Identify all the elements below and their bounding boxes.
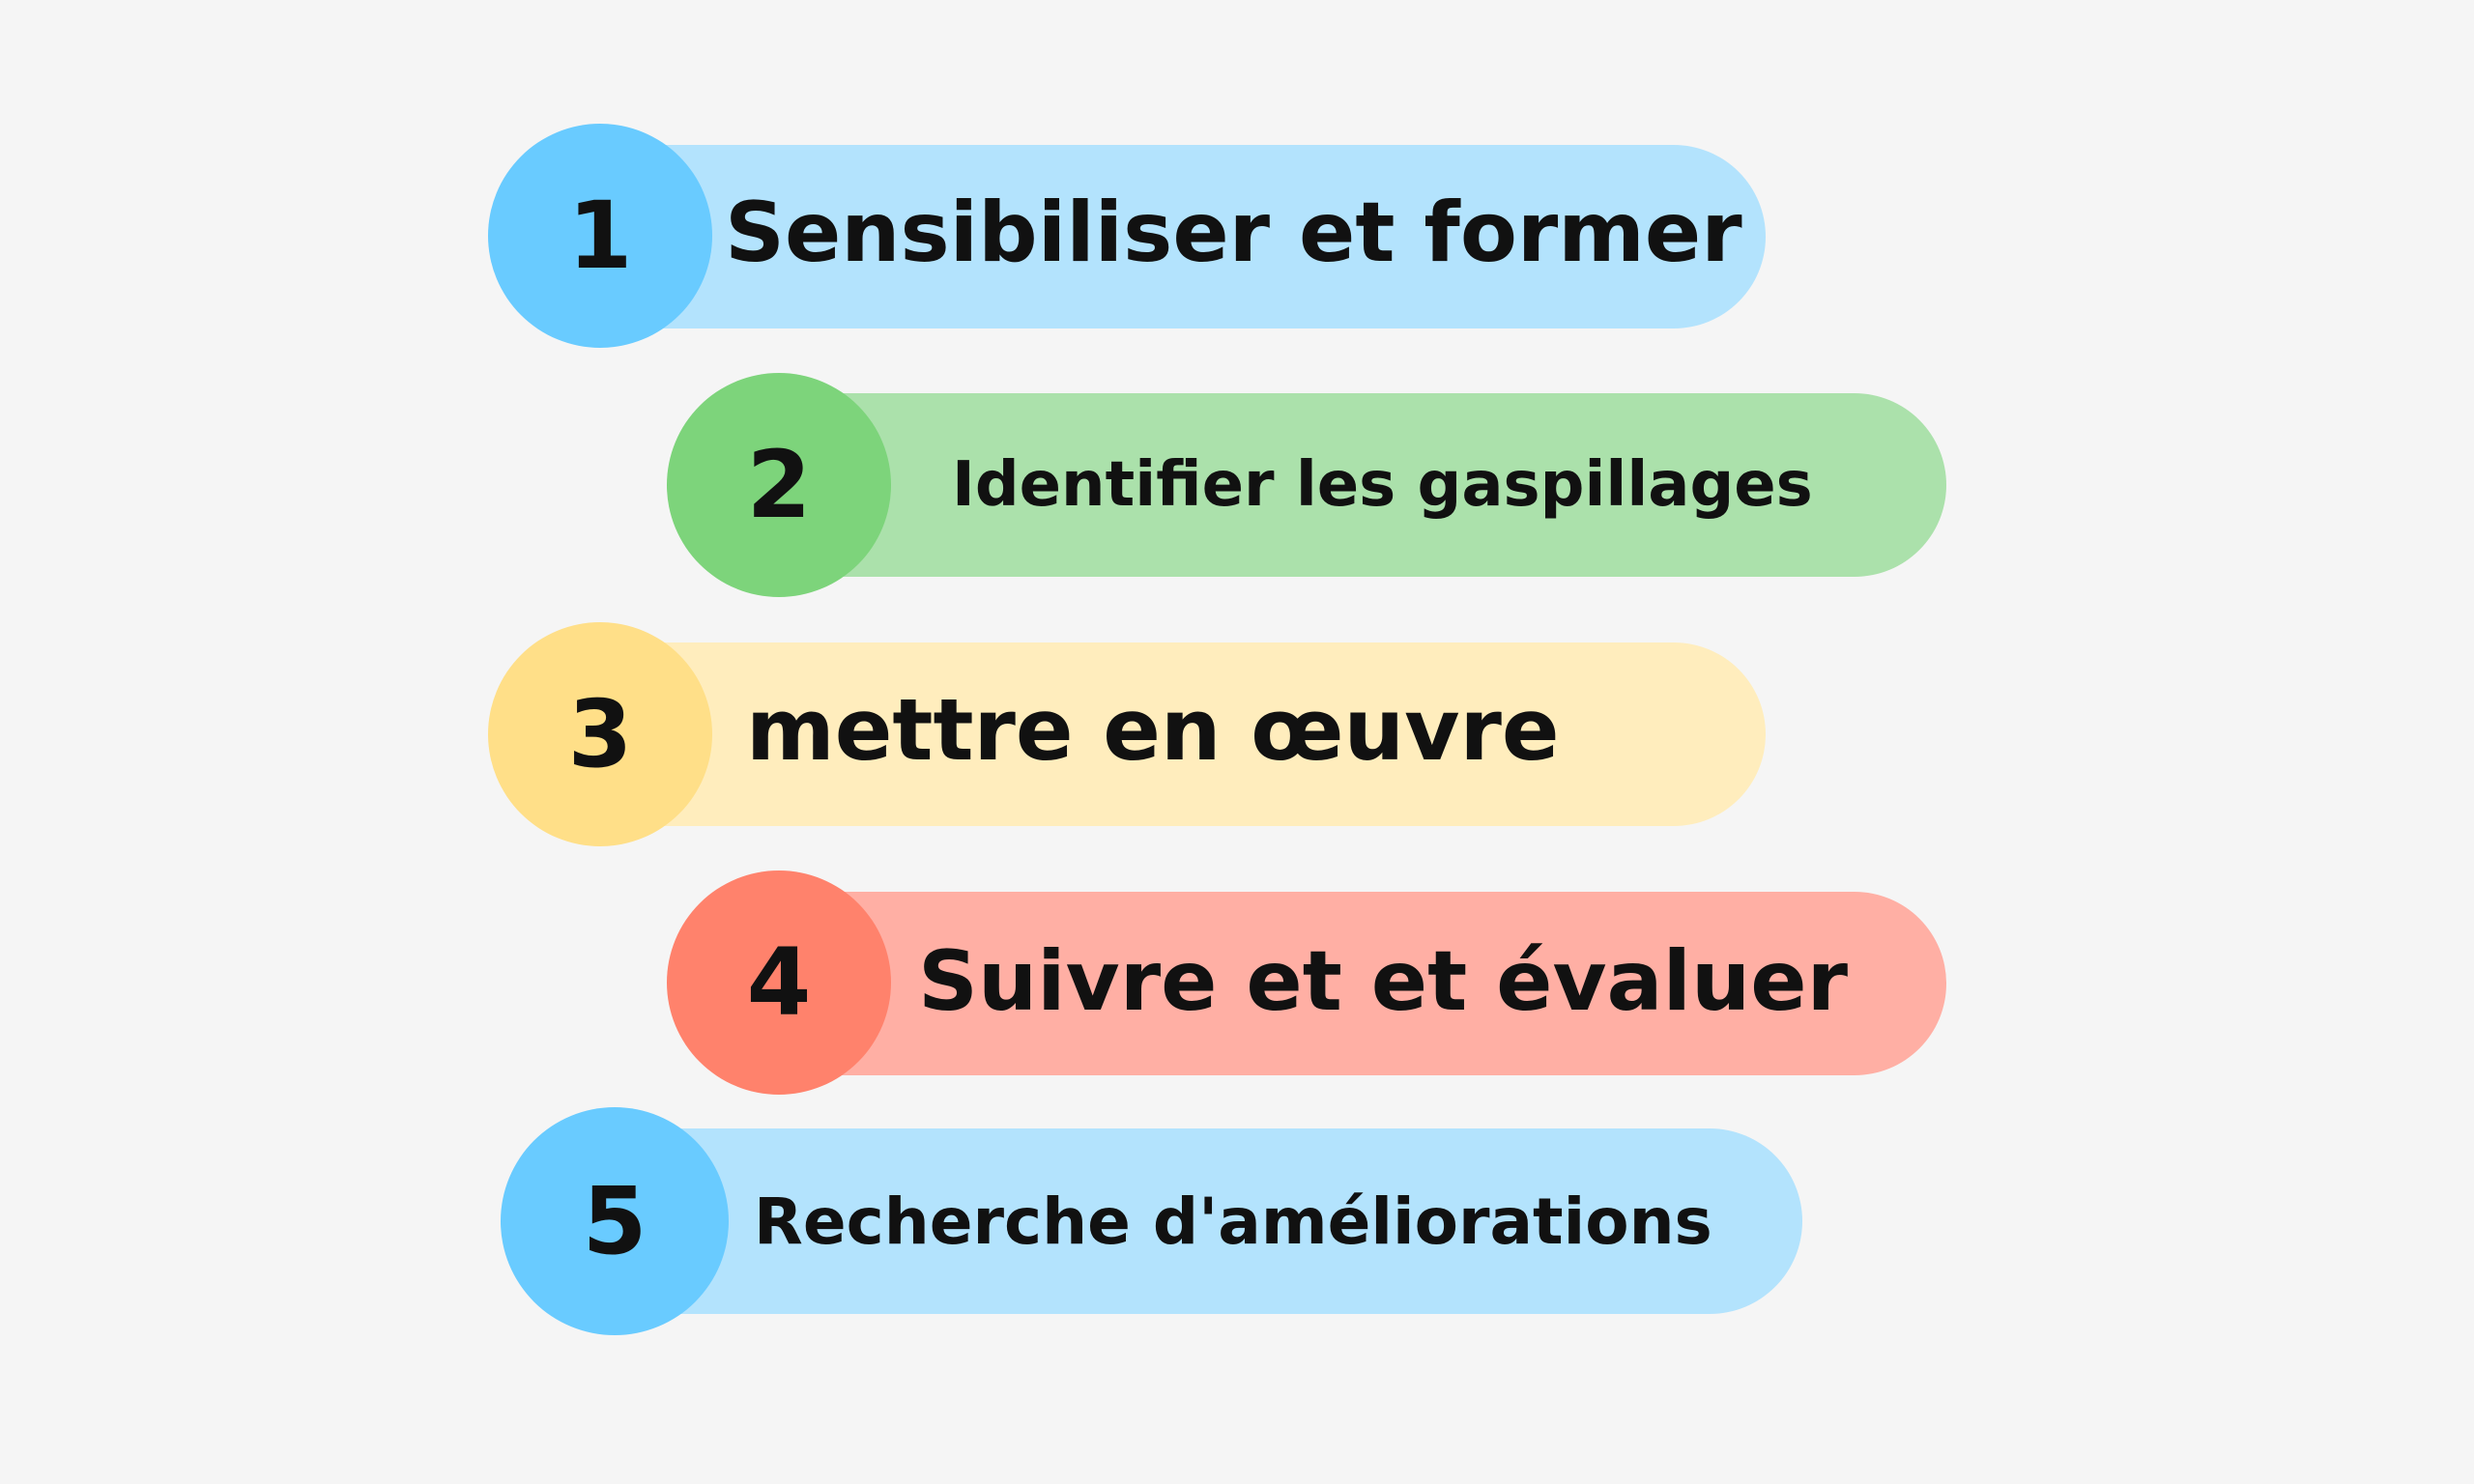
step-4-number-circle: 4 [667, 870, 891, 1095]
step-4-label: Suivre et et évaluer [918, 933, 1848, 1030]
step-2-number-circle: 2 [667, 373, 891, 597]
step-3-number-circle: 3 [488, 622, 712, 846]
step-1-number-circle: 1 [488, 124, 712, 348]
step-4-number: 4 [746, 928, 812, 1037]
step-3-label: mettre en œuvre [746, 680, 1560, 780]
step-5-label: Recherche d'améliorations [754, 1184, 1712, 1259]
step-2-label: Identifier les gaspillages [952, 449, 1813, 521]
step-1-number: 1 [567, 182, 633, 290]
step-2-number: 2 [746, 431, 812, 539]
step-5-number: 5 [582, 1167, 647, 1275]
step-1-label: Sensibiliser et former [725, 185, 1742, 281]
step-3-number: 3 [567, 680, 633, 788]
step-5-number-circle: 5 [501, 1107, 729, 1335]
